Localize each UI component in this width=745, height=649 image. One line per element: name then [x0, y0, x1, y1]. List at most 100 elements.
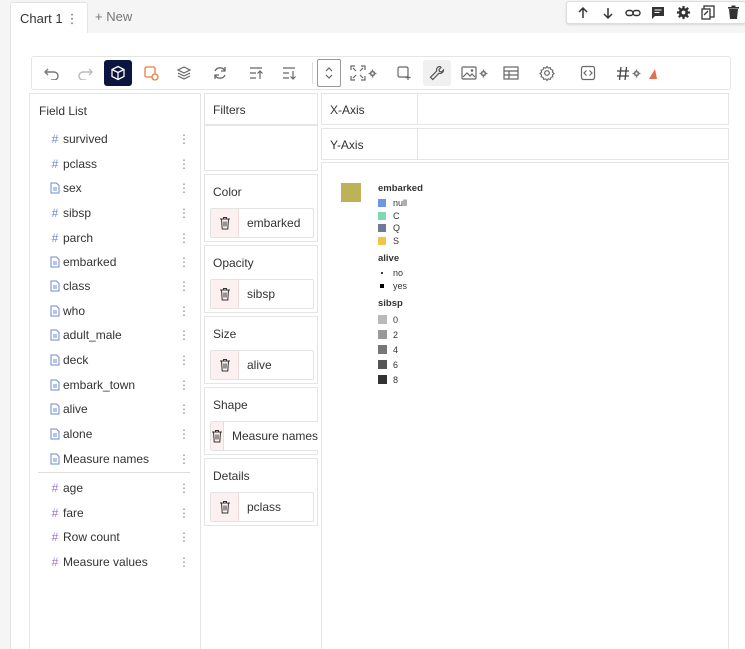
arrow-down-icon[interactable]: [598, 3, 618, 23]
tab-menu-icon[interactable]: ⋮: [66, 11, 79, 26]
field-menu-icon[interactable]: ⋮: [178, 353, 190, 367]
field-menu-icon[interactable]: ⋮: [178, 506, 190, 520]
chart-canvas[interactable]: embarked null C Q S alive no yes sibsp 0…: [321, 162, 729, 649]
refresh-icon[interactable]: [198, 60, 242, 86]
field-item[interactable]: # survived ⋮: [38, 129, 190, 149]
measure-item[interactable]: # fare ⋮: [38, 503, 190, 523]
field-menu-icon[interactable]: ⋮: [178, 481, 190, 495]
field-name: sibsp: [63, 206, 92, 220]
trash-icon[interactable]: [211, 209, 239, 237]
toolbar-divider: [312, 62, 313, 84]
more-toolbar-icon[interactable]: [649, 60, 659, 86]
legend-label: S: [393, 235, 400, 246]
field-menu-icon[interactable]: ⋮: [178, 157, 190, 171]
field-menu-icon[interactable]: ⋮: [178, 132, 190, 146]
field-menu-icon[interactable]: ⋮: [178, 181, 190, 195]
field-menu-icon[interactable]: ⋮: [178, 530, 190, 544]
fit-screen-icon[interactable]: [341, 60, 385, 86]
field-item[interactable]: Measure names ⋮: [38, 449, 190, 469]
text-type-icon: [48, 181, 62, 195]
field-menu-icon[interactable]: ⋮: [178, 555, 190, 569]
field-name: survived: [63, 132, 108, 146]
x-axis-label: X-Axis: [330, 103, 365, 117]
field-menu-icon[interactable]: ⋮: [178, 402, 190, 416]
sort-ascending-icon[interactable]: [242, 60, 270, 86]
layers-icon[interactable]: [170, 60, 198, 86]
pill-field-name: sibsp: [247, 287, 276, 301]
field-menu-icon[interactable]: ⋮: [178, 304, 190, 318]
field-item[interactable]: alive ⋮: [38, 399, 190, 419]
measure-item[interactable]: # age ⋮: [38, 478, 190, 498]
field-menu-icon[interactable]: ⋮: [178, 279, 190, 293]
trash-icon[interactable]: [211, 493, 239, 521]
legend-item: 0: [378, 312, 423, 327]
legend-title-alive: alive: [378, 253, 400, 264]
field-menu-icon[interactable]: ⋮: [178, 328, 190, 342]
field-name: Row count: [63, 530, 120, 544]
field-item[interactable]: alone ⋮: [38, 424, 190, 444]
table-icon[interactable]: [497, 60, 525, 86]
trash-icon[interactable]: [211, 422, 224, 450]
trash-icon[interactable]: [211, 280, 239, 308]
size-field-pill[interactable]: alive: [210, 350, 314, 380]
field-item[interactable]: who ⋮: [38, 301, 190, 321]
field-item[interactable]: deck ⋮: [38, 350, 190, 370]
wrench-icon[interactable]: [423, 60, 451, 86]
select-box-icon[interactable]: [385, 60, 423, 86]
x-axis-shelf[interactable]: X-Axis: [321, 93, 729, 125]
link-icon[interactable]: [623, 3, 643, 23]
dimension-measure-divider: [38, 472, 190, 473]
text-type-icon: [48, 402, 62, 416]
field-item[interactable]: # pclass ⋮: [38, 154, 190, 174]
text-type-icon: [48, 452, 62, 466]
tab-chart-1[interactable]: Chart 1 ⋮: [10, 2, 88, 33]
sort-descending-icon[interactable]: [270, 60, 308, 86]
shape-field-pill[interactable]: Measure names: [210, 421, 339, 451]
field-item[interactable]: # sibsp ⋮: [38, 203, 190, 223]
field-menu-icon[interactable]: ⋮: [178, 452, 190, 466]
measure-item[interactable]: # Row count ⋮: [38, 527, 190, 547]
field-item[interactable]: sex ⋮: [38, 178, 190, 198]
export-icon[interactable]: [698, 3, 718, 23]
chart-mark[interactable]: [341, 183, 361, 202]
opacity-field-pill[interactable]: sibsp: [210, 279, 314, 309]
field-list-panel: Field List # survived ⋮ # pclass ⋮ sex ⋮…: [29, 93, 201, 649]
measure-item[interactable]: # Measure values ⋮: [38, 552, 190, 572]
redo-icon[interactable]: [66, 60, 104, 86]
settings-icon[interactable]: [525, 60, 569, 86]
field-menu-icon[interactable]: ⋮: [178, 255, 190, 269]
field-item[interactable]: class ⋮: [38, 276, 190, 296]
field-item[interactable]: # parch ⋮: [38, 228, 190, 248]
cube-icon[interactable]: [104, 60, 132, 86]
y-axis-shelf[interactable]: Y-Axis: [321, 128, 729, 160]
gear-icon[interactable]: [673, 3, 693, 23]
number-type-icon: #: [51, 530, 59, 544]
field-menu-icon[interactable]: ⋮: [178, 378, 190, 392]
new-tab-button[interactable]: + New: [95, 9, 132, 24]
hash-icon[interactable]: [607, 60, 649, 86]
trash-icon[interactable]: [723, 3, 743, 23]
details-field-pill[interactable]: pclass: [210, 492, 314, 522]
field-item[interactable]: embarked ⋮: [38, 252, 190, 272]
color-field-pill[interactable]: embarked: [210, 208, 314, 238]
legend-item: 8: [378, 372, 423, 387]
opacity-label: Opacity: [213, 256, 254, 270]
filters-dropzone[interactable]: [204, 125, 318, 171]
comment-icon[interactable]: [648, 3, 668, 23]
size-channel: Size alive: [204, 316, 318, 384]
field-item[interactable]: embark_town ⋮: [38, 375, 190, 395]
chevron-updown-icon[interactable]: [317, 59, 341, 87]
legend-item: 4: [378, 342, 423, 357]
field-menu-icon[interactable]: ⋮: [178, 206, 190, 220]
legend-swatch: [378, 236, 386, 245]
image-icon[interactable]: [451, 60, 497, 86]
field-menu-icon[interactable]: ⋮: [178, 427, 190, 441]
undo-icon[interactable]: [38, 60, 66, 86]
code-icon[interactable]: [569, 60, 607, 86]
trash-icon[interactable]: [211, 351, 239, 379]
shelf-divider: [417, 94, 418, 124]
field-item[interactable]: adult_male ⋮: [38, 325, 190, 345]
brush-icon[interactable]: [132, 60, 170, 86]
field-menu-icon[interactable]: ⋮: [178, 231, 190, 245]
arrow-up-icon[interactable]: [573, 3, 593, 23]
